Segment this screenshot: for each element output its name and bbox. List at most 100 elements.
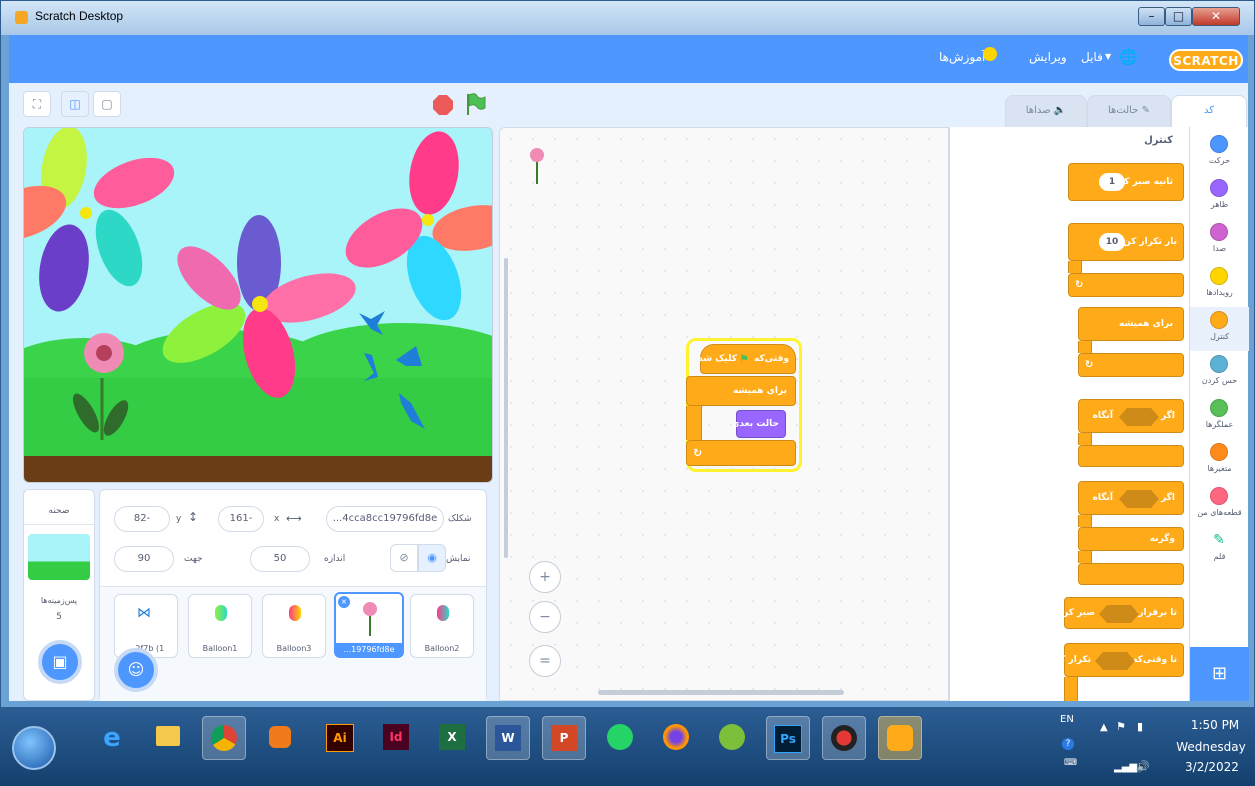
green-flag-button[interactable] [459, 89, 491, 119]
if-then-block-arm [1078, 433, 1092, 445]
category-pen[interactable]: ✎ قلم [1190, 527, 1249, 571]
stage-selector[interactable]: صحنه پس‌زمینه‌ها 5 ▣ [23, 489, 95, 701]
power-icon[interactable]: ▮ [1137, 720, 1143, 733]
repeat-count-input[interactable]: 10 [1099, 233, 1125, 251]
show-hidden-icons-icon[interactable]: ▲ [1100, 722, 1108, 733]
screen-recorder-icon[interactable] [822, 716, 866, 760]
stop-button[interactable] [433, 95, 453, 115]
clock-day[interactable]: Wednesday [1168, 740, 1254, 754]
choose-sprite-button[interactable]: ☺ [114, 648, 158, 692]
start-button[interactable] [12, 726, 56, 770]
excel-icon[interactable]: X [430, 716, 474, 760]
category-operators[interactable]: عملگرها [1190, 395, 1249, 439]
tab-code[interactable]: کد [1171, 95, 1247, 127]
choose-backdrop-button[interactable]: ▣ [38, 640, 82, 684]
condition-slot[interactable] [1119, 408, 1159, 426]
sprite-tile[interactable]: Balloon3 [262, 594, 326, 658]
category-my-blocks[interactable]: قطعه‌های من [1190, 483, 1249, 527]
scratch-logo[interactable]: SCRATCH [1169, 49, 1243, 71]
illustrator-icon[interactable]: Ai [318, 716, 362, 760]
edit-menu[interactable]: ویرایش [1029, 50, 1067, 64]
file-explorer-icon[interactable] [146, 716, 190, 760]
file-menu[interactable]: فایل [1081, 50, 1103, 64]
volume-icon[interactable]: 🔊 [1136, 760, 1150, 773]
wait-seconds-input[interactable]: 1 [1099, 173, 1125, 191]
zoom-reset-button[interactable]: = [529, 645, 561, 677]
help-icon[interactable]: ? [1062, 738, 1074, 750]
sprite-tile[interactable]: Balloon2 [410, 594, 474, 658]
photoshop-icon[interactable]: Ps [766, 716, 810, 760]
clock-date[interactable]: 3/2/2022 [1174, 760, 1250, 774]
show-sprite-eye-icon[interactable]: ◉ [418, 544, 446, 572]
speaker-icon: 🔈 [1053, 105, 1067, 116]
action-center-flag-icon[interactable]: ⚑ [1116, 720, 1126, 733]
minimize-button[interactable]: – [1138, 7, 1165, 26]
tab-sounds[interactable]: صداها 🔈 [1005, 95, 1087, 127]
condition-slot[interactable] [1119, 490, 1159, 508]
if-then-block[interactable]: اگر آنگاه [1078, 399, 1184, 433]
condition-slot[interactable] [1095, 652, 1135, 670]
delete-sprite-icon[interactable]: × [338, 596, 350, 608]
small-stage-button[interactable]: ◫ [61, 91, 89, 117]
wait-block[interactable]: ثانیه صبر کن 1 [1068, 163, 1184, 201]
hat-suffix-label: کلیک شد [698, 354, 737, 364]
category-variables[interactable]: متغیرها [1190, 439, 1249, 483]
else-section: وگرنه [1078, 527, 1184, 551]
media-player-icon[interactable] [258, 716, 302, 760]
tutorials-menu[interactable]: آموزش‌ها [939, 50, 985, 64]
y-input[interactable]: 82- [114, 506, 170, 532]
x-input[interactable]: 161- [218, 506, 264, 532]
condition-slot[interactable] [1099, 605, 1139, 623]
divider [24, 524, 94, 525]
whatsapp-icon[interactable] [598, 716, 642, 760]
language-indicator[interactable]: EN [1060, 714, 1074, 725]
maximize-button[interactable]: □ [1165, 7, 1192, 26]
hide-sprite-icon[interactable]: ⊘ [390, 544, 418, 572]
forever-block[interactable]: برای همیشه [1078, 307, 1184, 341]
powerpoint-icon[interactable]: P [542, 716, 586, 760]
stage-canvas[interactable] [23, 127, 493, 483]
vertical-scrollbar[interactable] [504, 258, 508, 558]
wait-until-block[interactable]: تا برقراری صبر کن [1061, 597, 1184, 629]
when-flag-clicked-block[interactable]: وقتی‌که ⚑ کلیک شد [698, 344, 796, 374]
backdrop-thumbnail [28, 534, 90, 580]
clock-time[interactable]: 1:50 PM [1180, 718, 1250, 732]
sprite-tile[interactable]: ⋈ ...2f7b (1 [114, 594, 178, 658]
category-events[interactable]: رویدادها [1190, 263, 1249, 307]
forever-block[interactable]: برای همیشه [686, 376, 796, 406]
size-input[interactable]: 50 [250, 546, 310, 572]
network-signal-icon[interactable]: ▂▄▆ [1114, 762, 1137, 773]
corel-icon[interactable] [710, 716, 754, 760]
chrome-icon[interactable] [202, 716, 246, 760]
tab-costumes[interactable]: حالت‌ها ✎ [1087, 95, 1171, 127]
zoom-in-button[interactable]: + [529, 561, 561, 593]
zoom-out-button[interactable]: − [529, 601, 561, 633]
add-extension-button[interactable]: ⊞ [1190, 647, 1249, 701]
loop-arrow-icon: ↻ [1075, 279, 1084, 291]
scratch-taskbar-icon[interactable] [878, 716, 922, 760]
horizontal-scrollbar[interactable] [598, 690, 844, 695]
repeat-until-block[interactable]: تا وقتی‌که تکرار کن [1052, 643, 1184, 677]
if-else-block[interactable]: اگر آنگاه [1078, 481, 1184, 515]
direction-input[interactable]: 90 [114, 546, 174, 572]
language-globe-icon[interactable]: 🌐 [1119, 48, 1138, 66]
category-control[interactable]: کنترل [1190, 307, 1249, 351]
category-sound[interactable]: صدا [1190, 219, 1249, 263]
sprite-name-input[interactable]: ...4cca8cc19796fd8e [326, 506, 444, 532]
next-costume-block[interactable]: حالت بعدی [731, 410, 786, 438]
keyboard-icon[interactable]: ⌨ [1064, 758, 1077, 768]
internet-explorer-icon[interactable]: e [90, 716, 134, 760]
firefox-icon[interactable] [654, 716, 698, 760]
fullscreen-button[interactable]: ⛶ [23, 91, 51, 117]
sprite-tile[interactable]: Balloon1 [188, 594, 252, 658]
category-motion[interactable]: حرکت [1190, 131, 1249, 175]
large-stage-button[interactable]: ▢ [93, 91, 121, 117]
repeat-block[interactable]: بار تکرار کن 10 [1068, 223, 1184, 261]
word-icon[interactable]: W [486, 716, 530, 760]
indesign-icon[interactable]: Id [374, 716, 418, 760]
category-looks[interactable]: ظاهر [1190, 175, 1249, 219]
category-sensing[interactable]: حس کردن [1190, 351, 1249, 395]
close-button[interactable]: ✕ [1192, 7, 1240, 26]
sprite-tile-selected[interactable]: × ...19796fd8e [334, 592, 404, 658]
script-area[interactable]: وقتی‌که ⚑ کلیک شد برای همیشه حالت بعدی ↻ [499, 127, 949, 701]
